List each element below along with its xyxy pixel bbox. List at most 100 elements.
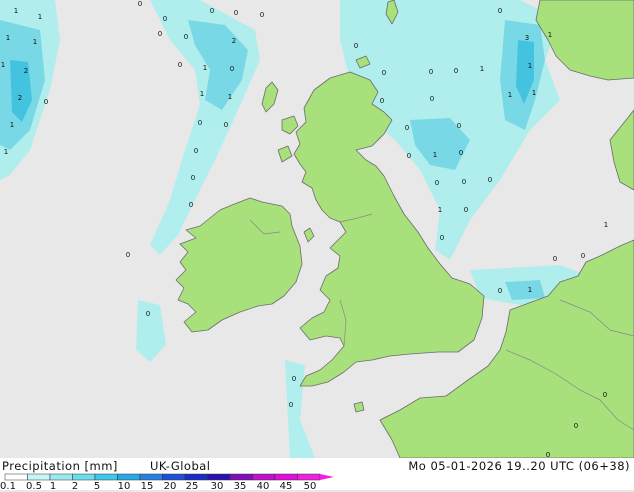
legend-model: UK-Global (150, 459, 211, 473)
precip-value-marker: 1 (14, 7, 18, 15)
precip-value-marker: 1 (480, 65, 484, 73)
color-swatch (162, 473, 186, 481)
color-scale-tick-label: 0.5 (26, 481, 42, 492)
color-swatch (72, 473, 96, 481)
precip-value-marker: 0 (146, 310, 150, 318)
color-swatch (94, 473, 118, 481)
precip-value-marker: 1 (203, 64, 207, 72)
legend-title: Precipitation [mm] (2, 459, 118, 473)
color-scale-tick-label: 10 (117, 481, 131, 492)
precip-value-marker: 0 (435, 179, 439, 187)
precip-value-marker: 0 (138, 0, 142, 8)
precip-value-marker: 1 (10, 121, 14, 129)
precip-value-marker: 0 (260, 11, 264, 19)
precip-value-marker: 0 (224, 121, 228, 129)
precip-value-marker: 0 (230, 65, 234, 73)
precip-value-marker: 0 (380, 97, 384, 105)
precip-value-marker: 1 (548, 31, 552, 39)
color-scale-tick-label: 15 (140, 481, 154, 492)
precip-value-marker: 0 (234, 9, 238, 17)
precip-value-marker: 0 (198, 119, 202, 127)
precip-value-marker: 0 (126, 251, 130, 259)
color-scale-tick-label: 5 (93, 481, 101, 492)
precip-value-marker: 0 (407, 152, 411, 160)
precip-value-marker: 0 (454, 67, 458, 75)
precip-value-marker: 0 (429, 68, 433, 76)
color-swatch (297, 473, 321, 481)
precip-value-marker: 1 (1, 61, 5, 69)
precip-value-marker: 1 (508, 91, 512, 99)
precip-value-marker: 1 (604, 221, 608, 229)
legend-bar: Precipitation [mm] UK-Global Mo 05-01-20… (0, 458, 634, 492)
precipitation-map: 1 1 0 0 0 0 0 0 0 2 1 1 1 2 0 1 0 2 0 1 1 1 0 0 1 0 0 0 0 0 0 0 0 3 1 0 0 0 0 1… (0, 0, 634, 458)
precip-value-marker: 0 (191, 174, 195, 182)
precip-value-marker: 0 (210, 7, 214, 15)
color-swatch (207, 473, 231, 481)
precip-value-marker: 0 (574, 422, 578, 430)
precip-value-marker: 0 (553, 255, 557, 263)
color-scale-tick-label: 25 (185, 481, 199, 492)
precip-value-marker: 0 (289, 401, 293, 409)
precip-value-marker: 0 (354, 42, 358, 50)
precip-value-marker: 0 (498, 7, 502, 15)
precip-value-marker: 0 (498, 287, 502, 295)
legend-timestamp: Mo 05-01-2026 19..20 UTC (06+38) (408, 459, 630, 473)
color-scale-tick-label: 0.1 (0, 481, 16, 492)
precip-value-marker: 1 (433, 151, 437, 159)
precip-value-marker: 0 (462, 178, 466, 186)
color-scale-tick-label: 35 (233, 481, 247, 492)
precip-value-marker: 0 (464, 206, 468, 214)
precip-value-marker: 0 (405, 124, 409, 132)
color-swatch (4, 473, 28, 481)
precip-value-marker: 0 (382, 69, 386, 77)
precip-value-marker: 1 (200, 90, 204, 98)
color-swatch (229, 473, 253, 481)
precip-value-marker: 0 (189, 201, 193, 209)
color-scale-tick-label: 40 (256, 481, 270, 492)
color-scale-tick-label: 1 (49, 481, 57, 492)
precip-value-marker: 1 (438, 206, 442, 214)
precip-value-marker: 1 (4, 148, 8, 156)
color-swatch (117, 473, 141, 481)
precip-value-marker: 2 (24, 67, 28, 75)
precip-value-marker: 0 (603, 391, 607, 399)
precip-value-marker: 0 (488, 176, 492, 184)
precip-value-marker: 0 (430, 95, 434, 103)
precip-value-marker: 1 (528, 62, 532, 70)
precip-area-channel-core (505, 280, 545, 300)
precip-value-marker: 0 (459, 149, 463, 157)
precip-value-marker: 0 (163, 15, 167, 23)
precip-value-marker: 2 (18, 94, 22, 102)
precip-value-marker: 0 (581, 252, 585, 260)
precip-value-marker: 1 (228, 93, 232, 101)
precip-value-marker: 0 (178, 61, 182, 69)
precip-value-marker: 0 (457, 122, 461, 130)
precip-value-marker: 1 (38, 13, 42, 21)
precip-value-marker: 1 (6, 34, 10, 42)
color-scale-tick-label: 45 (279, 481, 293, 492)
precip-value-marker: 0 (158, 30, 162, 38)
color-scale-tick-label: 2 (71, 481, 79, 492)
precip-value-marker: 0 (546, 451, 550, 458)
color-scale-tick-label: 50 (303, 481, 317, 492)
precip-value-marker: 0 (194, 147, 198, 155)
precip-value-marker: 1 (33, 38, 37, 46)
color-swatch (49, 473, 73, 481)
precip-value-marker: 0 (292, 375, 296, 383)
precip-value-marker: 0 (44, 98, 48, 106)
color-scale-tick-label: 20 (163, 481, 177, 492)
color-swatch (139, 473, 163, 481)
color-swatch (27, 473, 51, 481)
color-scale-tick-label: 30 (210, 481, 224, 492)
precip-value-marker: 3 (525, 34, 529, 42)
precip-value-marker: 1 (528, 286, 532, 294)
precip-value-marker: 2 (232, 37, 236, 45)
color-swatch (184, 473, 208, 481)
precip-value-marker: 1 (532, 89, 536, 97)
color-swatch (252, 473, 276, 481)
precip-value-marker: 0 (184, 33, 188, 41)
precip-value-marker: 0 (440, 234, 444, 242)
channel-islands (353, 401, 365, 413)
color-swatch (274, 473, 298, 481)
color-scale-arrow (320, 474, 334, 480)
